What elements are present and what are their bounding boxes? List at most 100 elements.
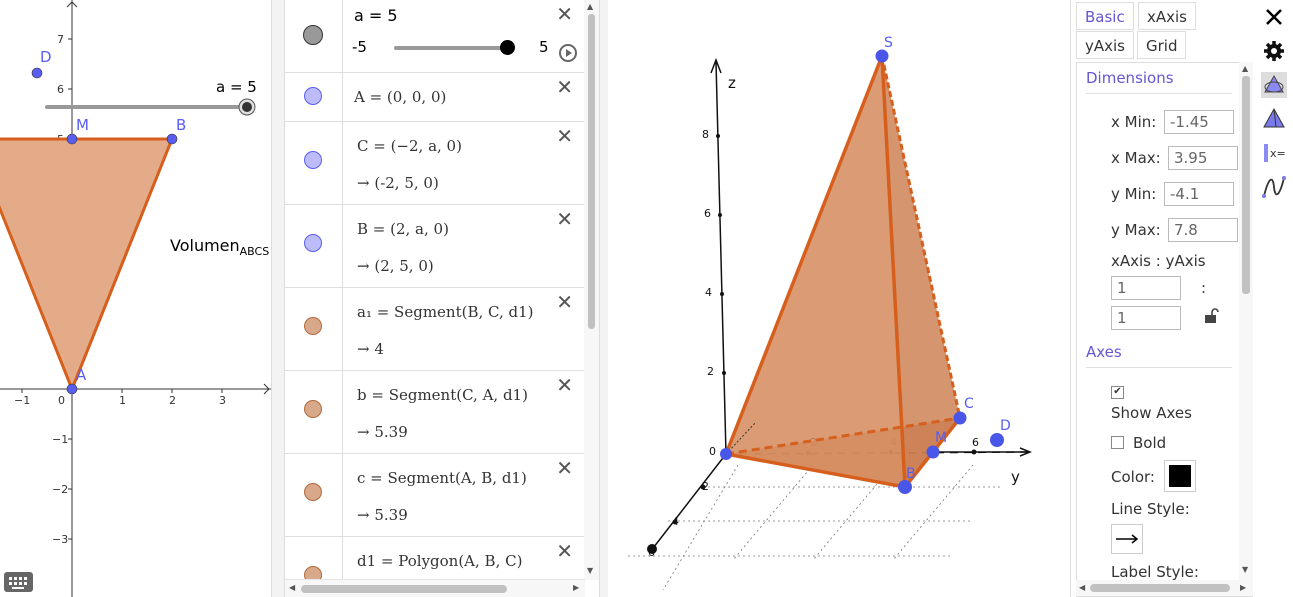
close-icon[interactable]: ✕ xyxy=(556,4,573,24)
point-D-3d[interactable] xyxy=(990,433,1004,447)
tab-xaxis[interactable]: xAxis xyxy=(1138,2,1196,30)
properties-view[interactable]: Basic xAxis yAxis Grid Dimensions x Min:… xyxy=(1070,0,1293,597)
point-D-2d[interactable] xyxy=(31,67,43,79)
color-swatch-button[interactable] xyxy=(1164,460,1196,492)
close-icon[interactable]: ✕ xyxy=(556,126,573,146)
close-icon[interactable]: ✕ xyxy=(556,209,573,229)
algebra-row-segment-a1[interactable]: a₁ = Segment(B, C, d1) → 4 ✕ xyxy=(285,288,585,371)
point-M-label: M xyxy=(76,116,89,134)
properties-content[interactable]: Dimensions x Min: x Max: y Min: y Max: x… xyxy=(1076,62,1253,597)
close-icon[interactable]: ✕ xyxy=(556,292,573,312)
close-icon[interactable]: ✕ xyxy=(556,375,573,395)
visibility-toggle-icon[interactable] xyxy=(304,317,322,335)
x-max-input[interactable] xyxy=(1168,146,1238,170)
keyboard-icon[interactable] xyxy=(4,572,33,592)
algebra-horizontal-scrollbar[interactable]: ◀ ▶ xyxy=(285,579,585,597)
scroll-down-icon[interactable]: ▼ xyxy=(1242,565,1248,574)
algebra-text[interactable]: c = Segment(A, B, d1) xyxy=(357,469,527,487)
close-icon[interactable]: ✕ xyxy=(556,458,573,478)
panel-divider[interactable] xyxy=(600,0,608,597)
scroll-up-icon[interactable]: ▲ xyxy=(1242,64,1248,73)
polygon-d1-2d[interactable] xyxy=(0,137,175,394)
pyramid-face-front[interactable] xyxy=(726,56,905,487)
algebra-row-slider-a[interactable]: a = 5 -5 5 ✕ xyxy=(285,0,585,73)
point-C-3d[interactable] xyxy=(953,411,967,425)
algebra-slider-handle[interactable] xyxy=(500,40,515,55)
graphics3d-view-icon[interactable] xyxy=(1261,106,1287,132)
tab-grid[interactable]: Grid xyxy=(1137,31,1187,59)
point-B-3d[interactable] xyxy=(898,480,912,494)
visibility-toggle-icon[interactable] xyxy=(304,400,322,418)
scroll-left-icon[interactable]: ◀ xyxy=(289,583,295,592)
algebra-row-segment-c[interactable]: c = Segment(A, B, d1) → 5.39 ✕ xyxy=(285,454,585,537)
algebra-view[interactable]: a = 5 -5 5 ✕ A = (0, 0, 0) ✕ C = (−2, a,… xyxy=(285,0,600,597)
visibility-toggle-icon[interactable] xyxy=(303,25,323,45)
y-min-input[interactable] xyxy=(1164,182,1234,206)
function-view-icon[interactable] xyxy=(1261,174,1287,200)
line-style-button[interactable] xyxy=(1111,524,1143,554)
algebra-row-segment-b[interactable]: b = Segment(C, A, d1) → 5.39 ✕ xyxy=(285,371,585,454)
bold-checkbox[interactable] xyxy=(1111,436,1124,449)
slider-handle[interactable] xyxy=(242,102,252,112)
y-max-input[interactable] xyxy=(1168,218,1238,242)
point-A-3d[interactable] xyxy=(720,448,732,460)
visibility-toggle-icon[interactable] xyxy=(304,151,322,169)
algebra-text[interactable]: b = Segment(C, A, d1) xyxy=(357,386,528,404)
graphics-view-icon[interactable] xyxy=(1261,72,1287,98)
show-axes-checkbox[interactable]: ✔ xyxy=(1111,386,1124,399)
scrollbar-thumb[interactable] xyxy=(301,585,507,593)
point-S-3d[interactable] xyxy=(875,49,889,63)
lock-icon[interactable] xyxy=(1203,308,1221,328)
tab-basic[interactable]: Basic xyxy=(1076,2,1134,30)
algebra-slider-track[interactable] xyxy=(394,46,509,50)
algebra-vertical-scrollbar[interactable]: ▲ ▼ xyxy=(584,0,599,580)
algebra-text[interactable]: B = (2, a, 0) xyxy=(357,220,449,238)
point-M-3d[interactable] xyxy=(926,445,940,459)
visibility-toggle-icon[interactable] xyxy=(304,87,322,105)
scroll-right-icon[interactable]: ▶ xyxy=(573,583,579,592)
properties-scrollbar[interactable]: ▲ ▼ xyxy=(1239,62,1253,580)
play-icon[interactable] xyxy=(559,44,577,62)
grid-3d xyxy=(628,464,1003,591)
algebra-view-icon[interactable]: x= xyxy=(1261,140,1287,166)
z-tick-label: 0 xyxy=(709,445,716,458)
point-M-2d[interactable] xyxy=(66,133,78,145)
algebra-row-point-B[interactable]: B = (2, a, 0) → (2, 5, 0) ✕ xyxy=(285,205,585,288)
scrollbar-thumb[interactable] xyxy=(1090,584,1230,592)
algebra-row-point-A[interactable]: A = (0, 0, 0) ✕ xyxy=(285,73,585,122)
graphics-3d-canvas[interactable]: 8 6 4 2 0 2 4 6 2 4 6 z y S xyxy=(608,0,1070,597)
point-A-2d[interactable] xyxy=(66,383,78,395)
scroll-right-icon[interactable]: ▶ xyxy=(1240,583,1246,592)
x-tick-label: 2 xyxy=(169,394,176,407)
y-tick-label: 6 xyxy=(57,83,64,96)
graphics-view-3d[interactable]: 8 6 4 2 0 2 4 6 2 4 6 z y S xyxy=(608,0,1070,597)
algebra-row-point-C[interactable]: C = (−2, a, 0) → (-2, 5, 0) ✕ xyxy=(285,122,585,205)
tab-yaxis[interactable]: yAxis xyxy=(1076,31,1134,59)
algebra-text[interactable]: C = (−2, a, 0) xyxy=(357,137,462,155)
algebra-text[interactable]: d1 = Polygon(A, B, C) xyxy=(357,552,522,570)
close-icon[interactable] xyxy=(1261,4,1287,30)
scrollbar-thumb[interactable] xyxy=(588,14,595,329)
close-icon[interactable]: ✕ xyxy=(556,541,573,561)
gear-icon[interactable] xyxy=(1261,38,1287,64)
scroll-left-icon[interactable]: ◀ xyxy=(1079,583,1085,592)
visibility-toggle-icon[interactable] xyxy=(304,234,322,252)
close-icon[interactable]: ✕ xyxy=(556,77,573,97)
algebra-text[interactable]: A = (0, 0, 0) xyxy=(354,88,446,106)
x-min-input[interactable] xyxy=(1164,110,1234,134)
scroll-down-icon[interactable]: ▼ xyxy=(587,566,593,575)
graphics-2d-canvas[interactable]: 7 6 5 4 3 2 1 −1 −2 −3 −1 0 1 2 3 a = 5 … xyxy=(0,0,271,597)
x-tick-label-3d: 2 xyxy=(702,480,709,493)
ratio-y-input[interactable] xyxy=(1111,306,1181,330)
algebra-text[interactable]: a = 5 xyxy=(354,6,398,25)
properties-hscrollbar[interactable]: ◀ ▶ xyxy=(1076,580,1253,596)
visibility-toggle-icon[interactable] xyxy=(304,483,322,501)
point-B-2d[interactable] xyxy=(166,133,178,145)
graphics-view-2d[interactable]: 7 6 5 4 3 2 1 −1 −2 −3 −1 0 1 2 3 a = 5 … xyxy=(0,0,271,597)
algebra-text[interactable]: a₁ = Segment(B, C, d1) xyxy=(357,303,534,321)
panel-divider[interactable] xyxy=(271,0,285,597)
section-axes: Axes xyxy=(1086,343,1122,361)
scrollbar-thumb[interactable] xyxy=(1242,76,1250,294)
ratio-x-input[interactable] xyxy=(1111,276,1181,300)
scroll-up-icon[interactable]: ▲ xyxy=(587,2,593,11)
